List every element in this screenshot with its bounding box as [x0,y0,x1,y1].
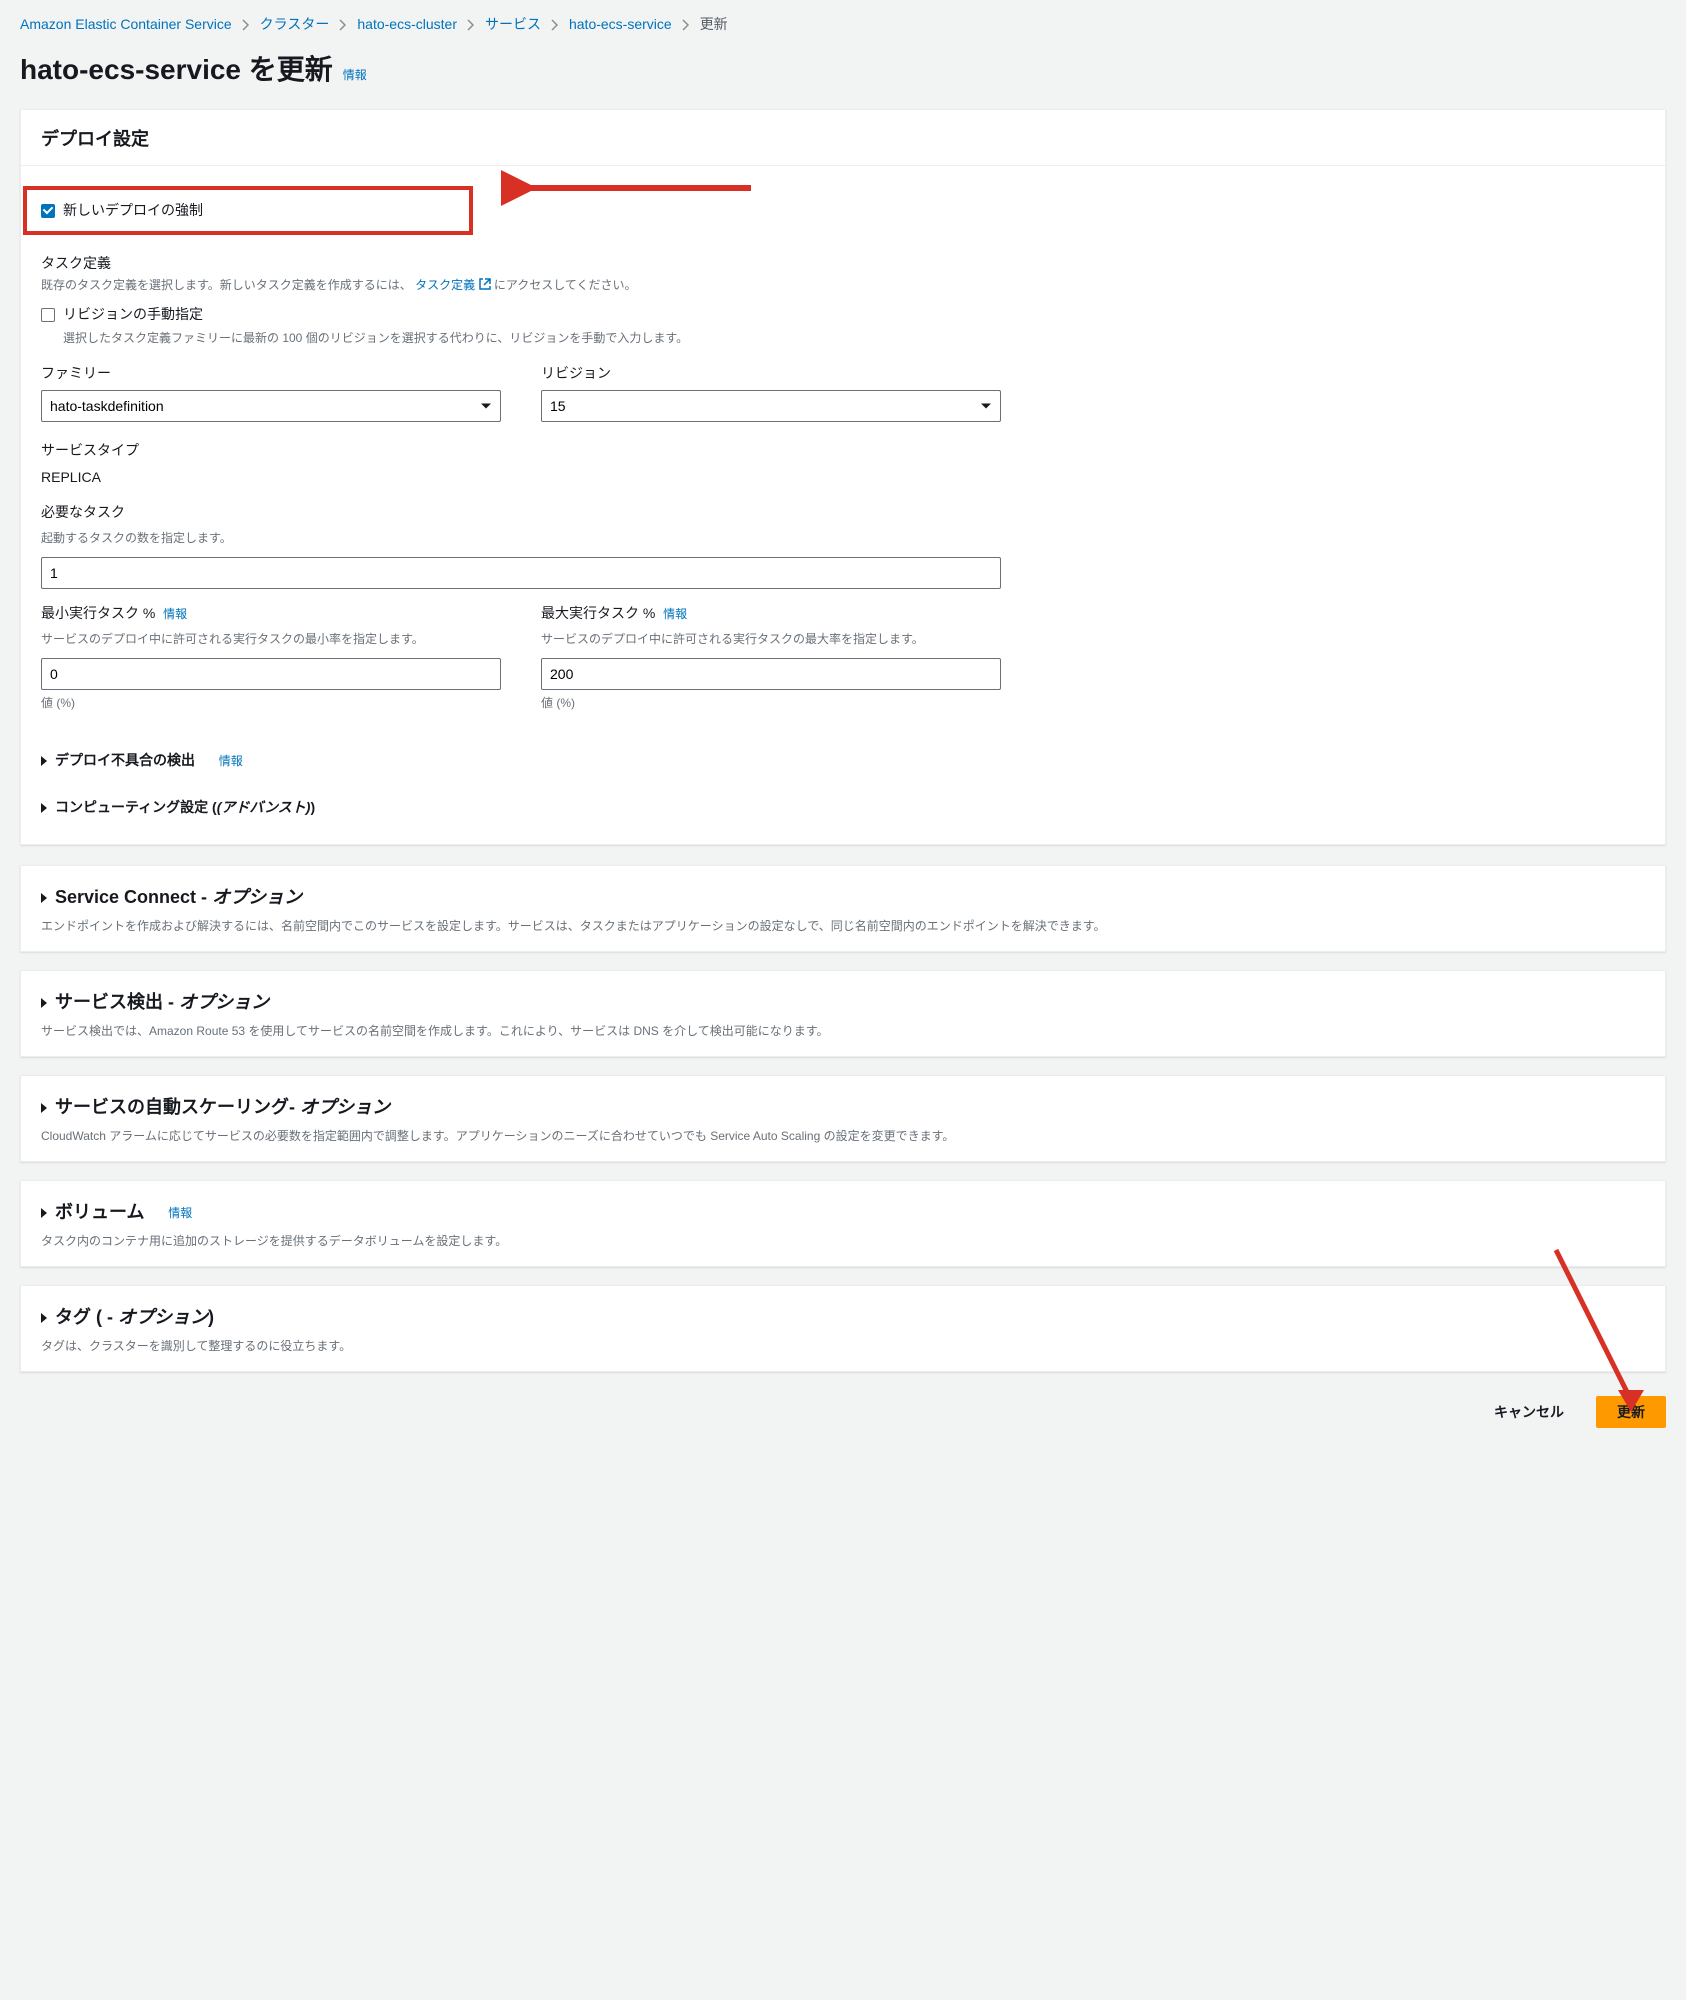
min-tasks-label: 最小実行タスク % 情報 [41,603,501,624]
manual-revision-label[interactable]: リビジョンの手動指定 [63,304,203,325]
task-definition-link[interactable]: タスク定義 [415,278,490,292]
caret-right-icon [41,1103,47,1113]
max-tasks-hint: 値 (%) [541,694,1001,712]
annotation-arrow-icon [501,168,761,208]
service-connect-expander[interactable]: Service Connect - オプション [41,884,1645,911]
footer-buttons: キャンセル 更新 [20,1390,1666,1434]
family-select[interactable]: hato-taskdefinition [41,390,501,422]
deploy-settings-title: デプロイ設定 [41,126,1645,153]
revision-label: リビジョン [541,363,1001,384]
caret-right-icon [41,1313,47,1323]
force-new-deployment-label[interactable]: 新しいデプロイの強制 [63,200,203,221]
autoscaling-section: サービスの自動スケーリング- オプション CloudWatch アラームに応じて… [20,1075,1666,1162]
chevron-right-icon [551,19,559,31]
force-new-deployment-highlight: 新しいデプロイの強制 [23,186,473,235]
service-discovery-desc: サービス検出では、Amazon Route 53 を使用してサービスの名前空間を… [41,1022,1645,1040]
min-tasks-desc: サービスのデプロイ中に許可される実行タスクの最小率を指定します。 [41,630,501,648]
min-tasks-input[interactable] [41,658,501,690]
force-new-deployment-checkbox[interactable] [41,204,55,218]
breadcrumb-link-services[interactable]: サービス [485,14,541,35]
chevron-right-icon [467,19,475,31]
service-discovery-section: サービス検出 - オプション サービス検出では、Amazon Route 53 … [20,970,1666,1057]
desired-tasks-label: 必要なタスク [41,502,1645,523]
volume-desc: タスク内のコンテナ用に追加のストレージを提供するデータボリュームを設定します。 [41,1232,1645,1250]
desired-tasks-input[interactable] [41,557,1001,589]
manual-revision-checkbox[interactable] [41,308,55,322]
tags-desc: タグは、クラスターを識別して整理するのに役立ちます。 [41,1337,1645,1355]
page-info-link[interactable]: 情報 [343,66,367,84]
chevron-right-icon [339,19,347,31]
detect-failures-info-link[interactable]: 情報 [219,752,243,770]
breadcrumb-current: 更新 [700,14,728,35]
volume-info-link[interactable]: 情報 [168,1204,192,1222]
external-link-icon [479,278,491,290]
breadcrumb-link-service-name[interactable]: hato-ecs-service [569,14,672,35]
service-discovery-expander[interactable]: サービス検出 - オプション [41,989,1645,1016]
max-tasks-input[interactable] [541,658,1001,690]
volume-section: ボリューム 情報 タスク内のコンテナ用に追加のストレージを提供するデータボリュー… [20,1180,1666,1267]
family-label: ファミリー [41,363,501,384]
caret-right-icon [41,998,47,1008]
autoscaling-desc: CloudWatch アラームに応じてサービスの必要数を指定範囲内で調整します。… [41,1127,1645,1145]
chevron-right-icon [682,19,690,31]
task-definition-section: タスク定義 既存のタスク定義を選択します。新しいタスク定義を作成するには、 タス… [41,253,1645,824]
min-tasks-hint: 値 (%) [41,694,501,712]
submit-button[interactable]: 更新 [1596,1396,1666,1428]
manual-revision-desc: 選択したタスク定義ファミリーに最新の 100 個のリビジョンを選択する代わりに、… [63,329,1645,347]
caret-right-icon [41,1208,47,1218]
caret-right-icon [41,756,47,766]
caret-right-icon [41,893,47,903]
breadcrumb-link-cluster-name[interactable]: hato-ecs-cluster [357,14,457,35]
volume-expander[interactable]: ボリューム 情報 [41,1199,1645,1226]
tags-expander[interactable]: タグ ( - オプション) [41,1304,1645,1331]
revision-select[interactable]: 15 [541,390,1001,422]
service-type-value: REPLICA [41,467,1645,488]
desired-tasks-desc: 起動するタスクの数を指定します。 [41,529,1645,547]
max-tasks-desc: サービスのデプロイ中に許可される実行タスクの最大率を指定します。 [541,630,1001,648]
min-tasks-info-link[interactable]: 情報 [163,607,187,621]
service-type-label: サービスタイプ [41,440,1645,461]
tags-section: タグ ( - オプション) タグは、クラスターを識別して整理するのに役立ちます。 [20,1285,1666,1372]
service-connect-section: Service Connect - オプション エンドポイントを作成および解決す… [20,865,1666,952]
task-definition-label: タスク定義 [41,253,1645,274]
detect-failures-expander[interactable]: デプロイ不具合の検出 情報 [41,744,1645,777]
max-tasks-label: 最大実行タスク % 情報 [541,603,1001,624]
cancel-button[interactable]: キャンセル [1474,1396,1584,1428]
service-connect-desc: エンドポイントを作成および解決するには、名前空間内でこのサービスを設定します。サ… [41,917,1645,935]
breadcrumb-link-clusters[interactable]: クラスター [260,14,330,35]
max-tasks-info-link[interactable]: 情報 [663,607,687,621]
caret-right-icon [41,803,47,813]
page-title: hato-ecs-service を更新 [20,49,333,91]
autoscaling-expander[interactable]: サービスの自動スケーリング- オプション [41,1094,1645,1121]
deploy-settings-card: デプロイ設定 新しいデプロイの強制 タスク定義 既存のタスク定義を選択します。新… [20,109,1666,845]
breadcrumb-link-ecs[interactable]: Amazon Elastic Container Service [20,14,232,35]
breadcrumb: Amazon Elastic Container Service クラスター h… [20,0,1666,49]
compute-config-expander[interactable]: コンピューティング設定 ((アドバンスト)) [41,791,1645,824]
task-definition-desc: 既存のタスク定義を選択します。新しいタスク定義を作成するには、 タスク定義 にア… [41,276,1645,294]
chevron-right-icon [242,19,250,31]
